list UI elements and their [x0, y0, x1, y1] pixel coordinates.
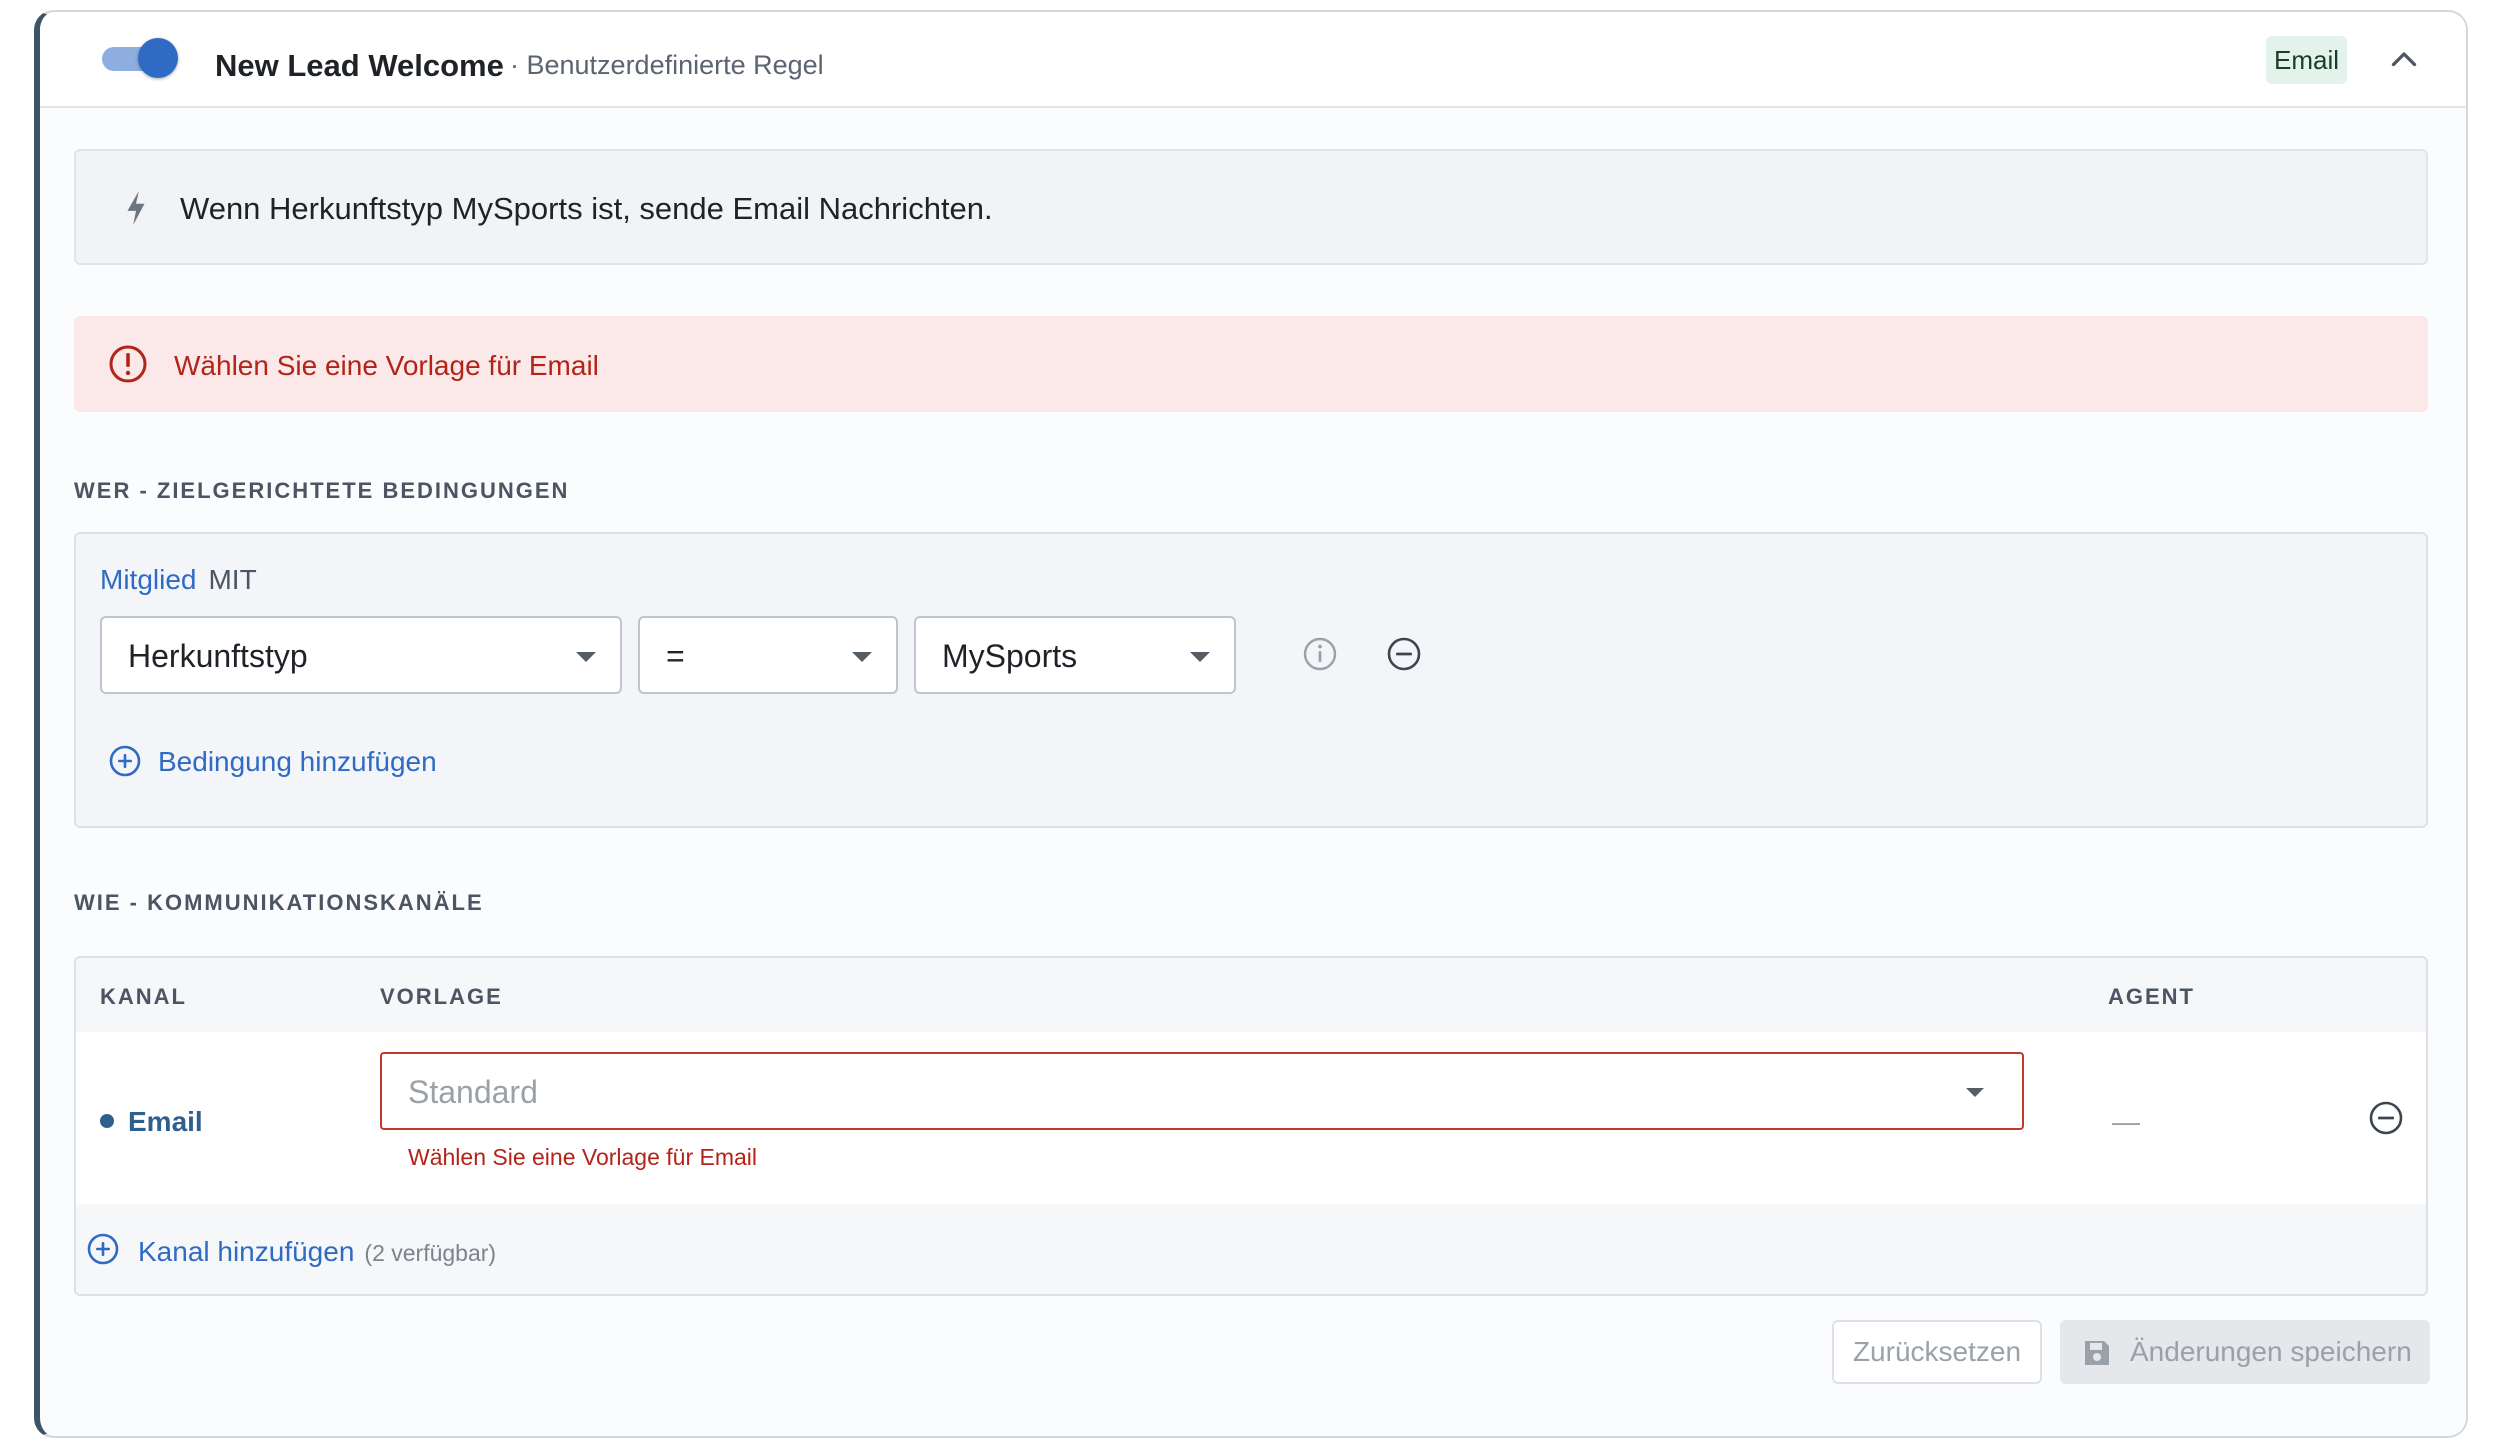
add-channel-text: Kanal hinzufügen (2 verfügbar): [138, 1236, 496, 1268]
info-icon[interactable]: [1300, 634, 1340, 674]
condition-field-select[interactable]: Herkunftstyp: [100, 616, 622, 694]
chevron-up-icon[interactable]: [2386, 42, 2422, 78]
condition-field-value: Herkunftstyp: [128, 638, 308, 674]
rule-enabled-toggle[interactable]: [102, 38, 178, 78]
channel-badge: Email: [2266, 36, 2348, 84]
plus-circle-icon: [109, 745, 141, 777]
save-button[interactable]: Änderungen speichern: [2060, 1320, 2430, 1384]
minus-circle-icon[interactable]: [1384, 634, 1424, 674]
table-footer: Kanal hinzufügen (2 verfügbar): [76, 1204, 2426, 1294]
error-alert: Wählen Sie eine Vorlage für Email: [74, 316, 2428, 412]
column-header-channel: KANAL: [100, 984, 187, 1009]
add-condition-link[interactable]: Bedingung hinzufügen: [108, 744, 508, 780]
plus-circle-icon: [87, 1233, 119, 1265]
condition-entity: Mitglied MIT: [100, 564, 257, 596]
save-button-label: Änderungen speichern: [2130, 1336, 2412, 1367]
joiner-label: MIT: [208, 564, 257, 595]
rule-summary: Wenn Herkunftstyp MySports ist, sende Em…: [74, 149, 2428, 265]
rule-header[interactable]: New Lead Welcome · Benutzerdefinierte Re…: [40, 12, 2466, 108]
condition-operator-select[interactable]: =: [638, 616, 898, 694]
column-header-template: VORLAGE: [380, 984, 503, 1009]
channel-label: Email: [128, 1106, 203, 1137]
reset-button[interactable]: Zurücksetzen: [1832, 1320, 2042, 1384]
caret-down-icon: [1190, 652, 1210, 662]
minus-circle-icon[interactable]: [2366, 1098, 2406, 1138]
caret-down-icon: [852, 652, 872, 662]
channel-dot: [100, 1113, 114, 1128]
entity-label[interactable]: Mitglied: [100, 564, 196, 595]
add-condition-label: Bedingung hinzufügen: [158, 746, 437, 777]
alert-circle-icon: [109, 345, 147, 383]
save-icon: [2085, 1341, 2109, 1365]
who-section-title: WER - ZIELGERICHTETE BEDINGUNGEN: [74, 478, 570, 503]
add-channel-label: Kanal hinzufügen: [138, 1236, 355, 1267]
how-section-title: WIE - KOMMUNIKATIONSKANÄLE: [74, 890, 484, 915]
condition-value-select[interactable]: MySports: [914, 616, 1236, 694]
summary-text: Wenn Herkunftstyp MySports ist, sende Em…: [180, 191, 993, 226]
alert-text: Wählen Sie eine Vorlage für Email: [174, 350, 599, 381]
caret-down-icon: [576, 652, 596, 662]
agent-value: —: [2112, 1106, 2140, 1137]
template-select[interactable]: Standard: [380, 1052, 2024, 1130]
caret-down-icon: [1966, 1088, 1984, 1097]
conditions-panel: Mitglied MIT Herkunftstyp = MySports Bed…: [74, 532, 2428, 828]
column-header-agent: AGENT: [2108, 984, 2195, 1009]
available-count: (2 verfügbar): [364, 1240, 497, 1266]
channels-table: KANAL VORLAGE AGENT Email Standard Wähle…: [74, 956, 2428, 1296]
template-placeholder: Standard: [408, 1074, 538, 1110]
toggle-knob: [138, 38, 178, 78]
condition-operator-value: =: [666, 638, 685, 674]
table-row: Email Standard Wählen Sie eine Vorlage f…: [76, 1032, 2426, 1206]
rule-card: New Lead Welcome · Benutzerdefinierte Re…: [34, 10, 2468, 1438]
rule-subtitle: · Benutzerdefinierte Regel: [510, 50, 824, 80]
condition-value-value: MySports: [942, 638, 1078, 674]
rule-title: New Lead Welcome: [215, 48, 504, 83]
channel-name: Email: [100, 1106, 203, 1138]
add-channel-link[interactable]: Kanal hinzufügen (2 verfügbar): [86, 1232, 686, 1268]
template-error-text: Wählen Sie eine Vorlage für Email: [408, 1144, 758, 1170]
bolt-icon: [127, 191, 145, 225]
table-header: KANAL VORLAGE AGENT: [76, 958, 2426, 1034]
